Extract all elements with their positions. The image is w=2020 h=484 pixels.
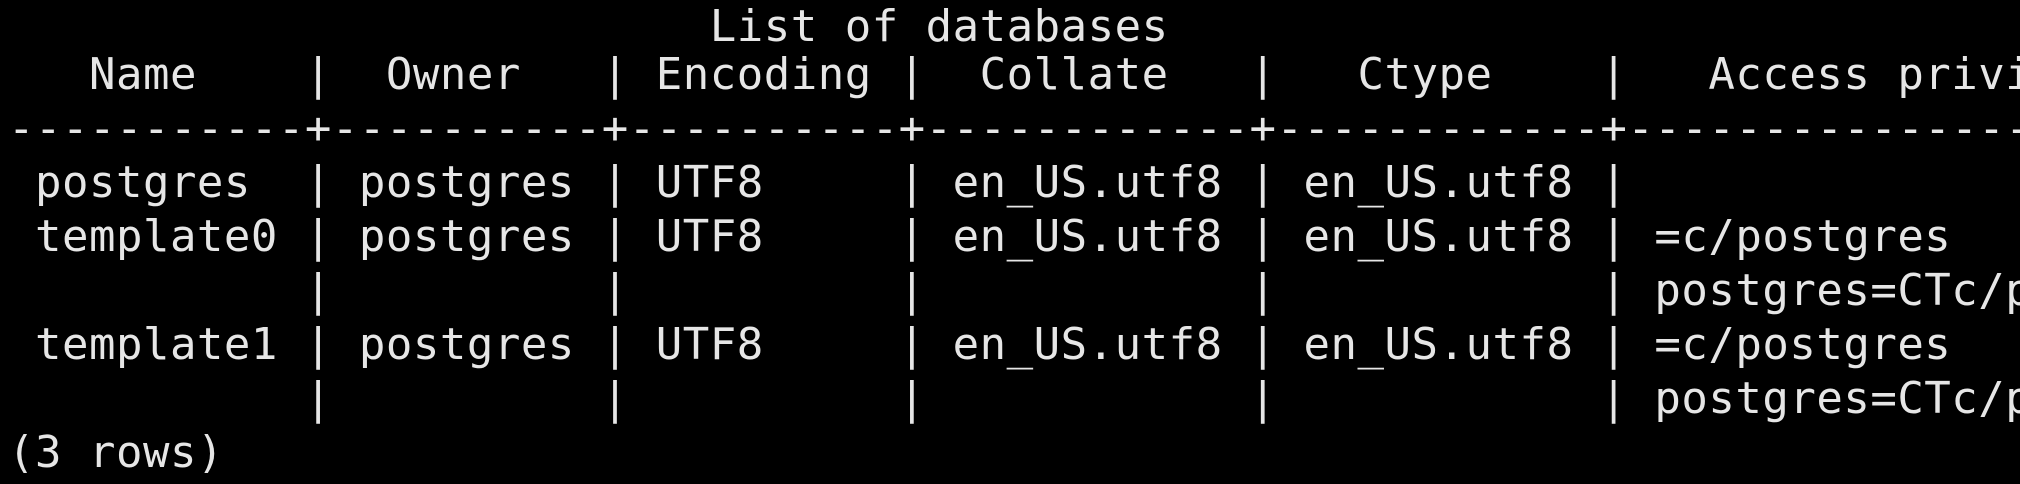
- table-separator: -----------+----------+----------+------…: [8, 103, 2020, 154]
- table-row-template1-continuation: | | | | | postgres=CTc/postgres: [8, 373, 2020, 424]
- terminal-window[interactable]: List of databases Name | Owner | Encodin…: [0, 0, 2020, 484]
- table-title: List of databases: [8, 1, 1169, 52]
- table-header-row: Name | Owner | Encoding | Collate | Ctyp…: [8, 49, 2020, 100]
- table-row-template0-continuation: | | | | | postgres=CTc/postgres: [8, 265, 2020, 316]
- row-count-footer: (3 rows): [8, 427, 224, 478]
- table-row-template1: template1 | postgres | UTF8 | en_US.utf8…: [34, 319, 1952, 370]
- table-row-postgres: postgres | postgres | UTF8 | en_US.utf8 …: [8, 157, 1628, 208]
- table-row-template0: template0 | postgres | UTF8 | en_US.utf8…: [34, 211, 1952, 262]
